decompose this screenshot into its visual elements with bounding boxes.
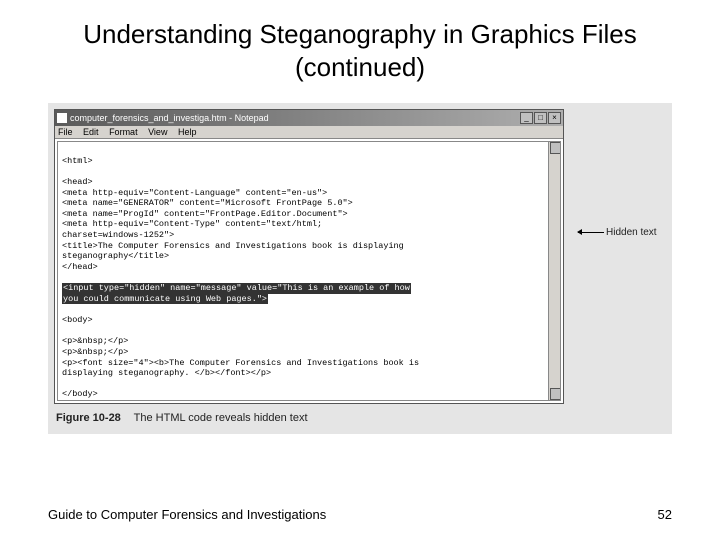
slide-title: Understanding Steganography in Graphics …: [0, 0, 720, 93]
code-line: <head>: [62, 177, 93, 187]
code-line: <meta name="GENERATOR" content="Microsof…: [62, 198, 353, 208]
figure-caption: Figure 10-28 The HTML code reveals hidde…: [54, 404, 666, 426]
code-line: displaying steganography. </b></font></p…: [62, 368, 271, 378]
code-line: <meta http-equiv="Content-Type" content=…: [62, 219, 322, 229]
figure-number: Figure 10-28: [56, 412, 121, 424]
footer-text: Guide to Computer Forensics and Investig…: [48, 507, 326, 522]
code-line: </body>: [62, 389, 98, 399]
notepad-window: computer_forensics_and_investiga.htm - N…: [54, 109, 564, 404]
code-line: <p><font size="4"><b>The Computer Forens…: [62, 358, 419, 368]
titlebar: computer_forensics_and_investiga.htm - N…: [55, 110, 563, 126]
figure-caption-text: The HTML code reveals hidden text: [134, 412, 308, 424]
code-line: <html>: [62, 156, 93, 166]
code-line: </head>: [62, 262, 98, 272]
code-line: <meta name="ProgId" content="FrontPage.E…: [62, 209, 348, 219]
code-line: <p>&nbsp;</p>: [62, 347, 128, 357]
annotation-hidden-text: Hidden text: [578, 227, 657, 238]
code-line: charset=windows-1252">: [62, 230, 174, 240]
slide-footer: Guide to Computer Forensics and Investig…: [48, 507, 672, 522]
menu-help[interactable]: Help: [178, 127, 197, 137]
menu-edit[interactable]: Edit: [83, 127, 99, 137]
window-title: computer_forensics_and_investiga.htm - N…: [70, 113, 269, 123]
hidden-text-line: you could communicate using Web pages.">: [62, 294, 268, 305]
code-line: <p>&nbsp;</p>: [62, 336, 128, 346]
code-line: <body>: [62, 315, 93, 325]
menu-file[interactable]: File: [58, 127, 73, 137]
editor-area[interactable]: <html> <head> <meta http-equiv="Content-…: [57, 141, 561, 401]
figure-area: computer_forensics_and_investiga.htm - N…: [48, 103, 672, 434]
window-buttons: _ □ ×: [520, 112, 561, 124]
menu-view[interactable]: View: [148, 127, 167, 137]
close-button[interactable]: ×: [548, 112, 561, 124]
hidden-text-line: <input type="hidden" name="message" valu…: [62, 283, 411, 294]
arrow-icon: [578, 232, 604, 233]
code-line: <title>The Computer Forensics and Invest…: [62, 241, 404, 251]
maximize-button[interactable]: □: [534, 112, 547, 124]
vertical-scrollbar[interactable]: [548, 142, 560, 400]
notepad-icon: [57, 113, 67, 123]
page-number: 52: [658, 507, 672, 522]
code-line: steganography</title>: [62, 251, 169, 261]
annotation-label: Hidden text: [606, 227, 657, 238]
menu-format[interactable]: Format: [109, 127, 138, 137]
code-line: <meta http-equiv="Content-Language" cont…: [62, 188, 327, 198]
menubar: File Edit Format View Help: [55, 126, 563, 139]
minimize-button[interactable]: _: [520, 112, 533, 124]
